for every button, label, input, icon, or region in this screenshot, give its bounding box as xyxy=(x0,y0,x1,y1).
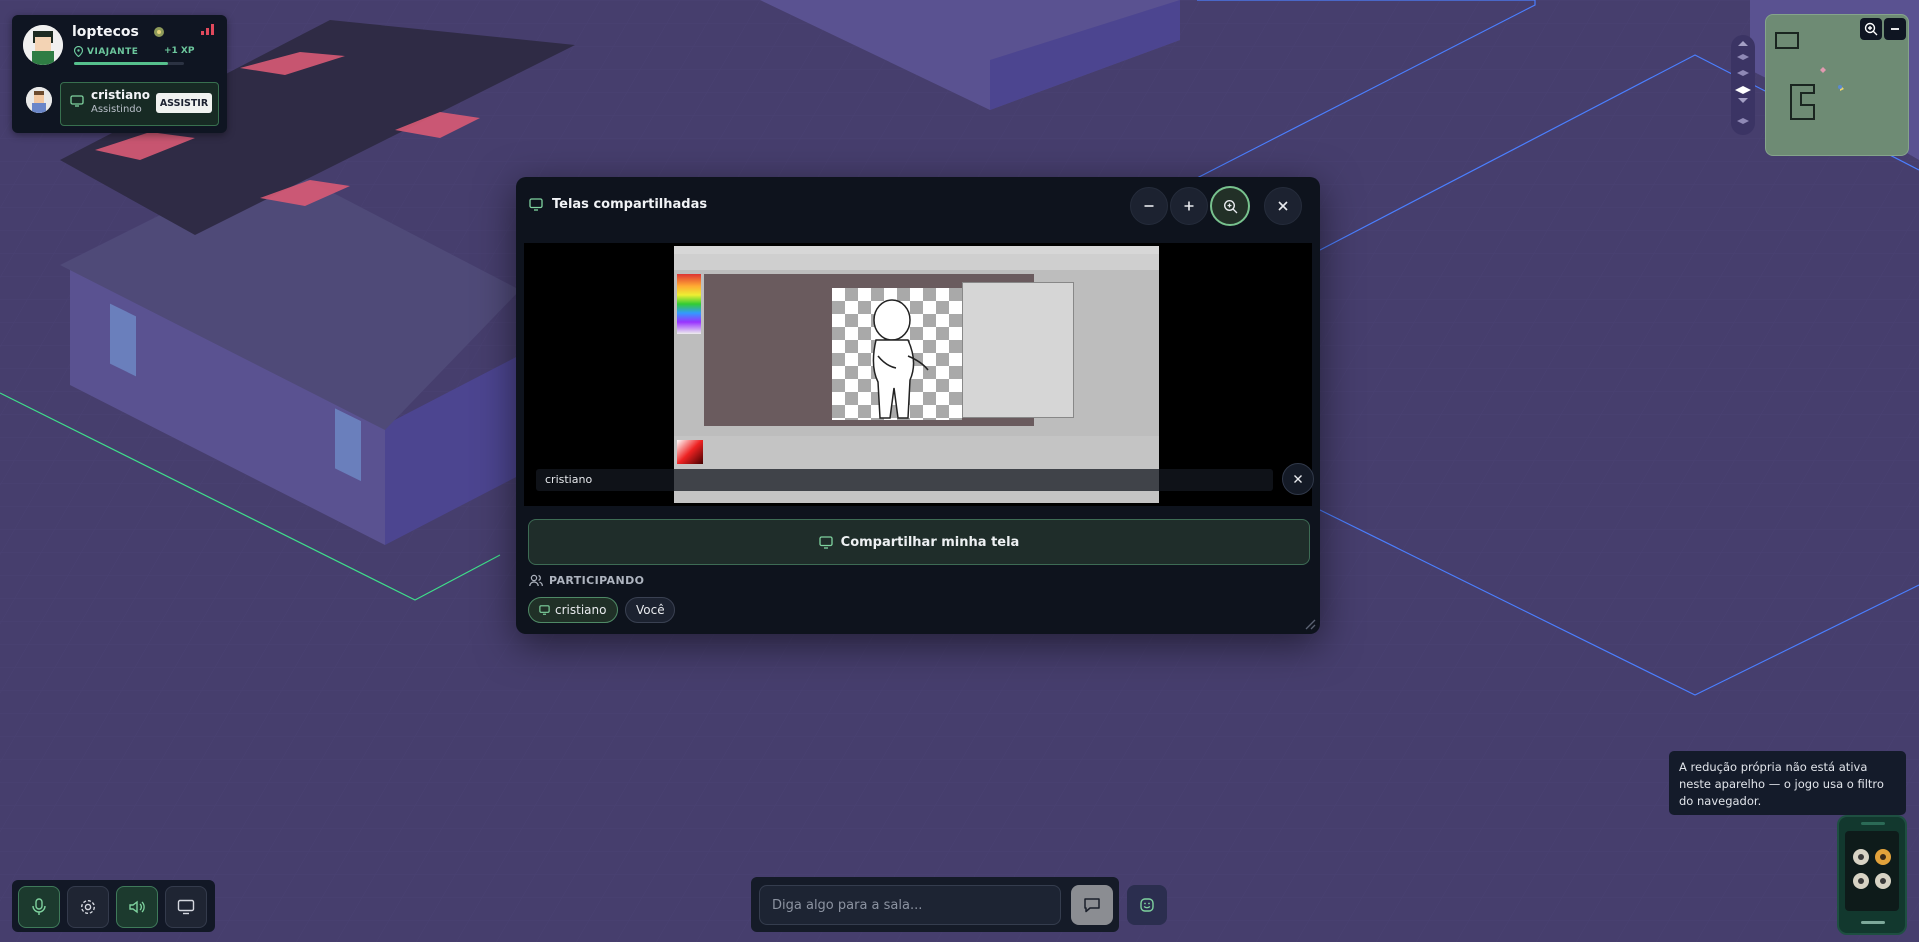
participant-chip-self[interactable]: Você xyxy=(625,597,675,623)
phone-speaker xyxy=(1861,822,1885,825)
xp-progress-fill xyxy=(74,62,168,65)
signal-icon xyxy=(201,24,214,35)
zoom-out-map-button[interactable] xyxy=(1884,18,1906,40)
watcher-card[interactable]: cristiano Assistindo ASSISTIR xyxy=(60,82,219,126)
watcher-avatar[interactable] xyxy=(26,87,52,113)
sound-button[interactable] xyxy=(116,886,158,928)
participant-chip[interactable]: cristiano xyxy=(528,597,618,623)
screen-viewer[interactable]: cristiano xyxy=(524,243,1314,506)
phone-screen xyxy=(1845,831,1899,911)
zoom-in-button[interactable] xyxy=(1170,187,1208,225)
share-my-screen-button[interactable]: Compartilhar minha tela xyxy=(528,519,1310,565)
app-toolbar xyxy=(674,254,1159,270)
stop-watching-button[interactable] xyxy=(1282,463,1314,495)
gear-icon xyxy=(80,899,96,915)
profile-panel: loptecos VIAJANTE +1 XP cristiano Assist… xyxy=(12,15,227,133)
floor-selector[interactable] xyxy=(1731,35,1755,135)
badge-icon xyxy=(154,27,164,37)
xp-label: +1 XP xyxy=(164,46,195,56)
minimap[interactable] xyxy=(1765,14,1909,156)
zoom-in-map-button[interactable] xyxy=(1860,18,1882,40)
microphone-button[interactable] xyxy=(18,886,60,928)
chat-bubble-icon xyxy=(1084,898,1100,913)
floor-layers-icon xyxy=(1735,41,1751,124)
stream-caption: cristiano xyxy=(536,469,1273,491)
color-palette xyxy=(677,274,701,334)
resize-handle-icon[interactable] xyxy=(1302,616,1316,630)
zoom-in-icon xyxy=(1864,22,1878,36)
send-message-button[interactable] xyxy=(1071,885,1113,925)
avatar[interactable] xyxy=(23,25,63,65)
rank-text: VIAJANTE xyxy=(87,46,139,57)
minus-icon xyxy=(1144,205,1154,207)
chat-bar xyxy=(751,877,1119,932)
watcher-name: cristiano xyxy=(91,88,151,102)
close-icon xyxy=(1294,475,1302,483)
window xyxy=(335,408,361,482)
phone-apps-icon xyxy=(1853,849,1891,889)
emoji-icon xyxy=(1140,898,1154,912)
participants-label: PARTICIPANDO xyxy=(549,574,645,587)
users-icon xyxy=(529,574,543,587)
screen-share-button[interactable] xyxy=(165,886,207,928)
chat-input[interactable] xyxy=(759,885,1061,925)
noise-filter-tooltip: A redução própria não está ativa neste a… xyxy=(1669,751,1906,815)
shared-screen-image xyxy=(674,246,1159,503)
zoom-fit-button[interactable] xyxy=(1210,186,1250,226)
microphone-icon xyxy=(32,898,46,915)
zoom-out-button[interactable] xyxy=(1130,187,1168,225)
monitor-icon xyxy=(819,535,833,549)
emoji-button[interactable] xyxy=(1127,885,1167,925)
location-pin-icon xyxy=(74,46,83,57)
username: loptecos xyxy=(72,24,139,40)
settings-button[interactable] xyxy=(67,886,109,928)
phone-widget[interactable] xyxy=(1837,815,1907,935)
monitor-icon xyxy=(177,899,195,915)
participant-name: Você xyxy=(636,603,665,617)
plus-icon xyxy=(1184,201,1194,211)
color-picker xyxy=(677,440,703,464)
xp-progress-bar xyxy=(74,62,184,65)
close-modal-button[interactable] xyxy=(1264,187,1302,225)
share-button-label: Compartilhar minha tela xyxy=(840,534,1020,550)
dialog-panel xyxy=(962,282,1074,418)
watcher-status: Assistindo xyxy=(91,104,142,115)
media-toolbar xyxy=(12,880,215,932)
speaker-icon xyxy=(129,900,145,914)
paint-canvas xyxy=(704,274,1074,426)
minus-icon xyxy=(1891,28,1899,30)
phone-home-bar xyxy=(1861,921,1885,924)
window xyxy=(110,303,136,377)
close-icon xyxy=(1278,201,1288,211)
shared-screens-modal: Telas compartilhadas cristiano Compartil… xyxy=(516,177,1320,634)
modal-title: Telas compartilhadas xyxy=(552,197,708,212)
rank-label: VIAJANTE xyxy=(74,46,138,57)
app-titlebar xyxy=(674,246,1159,254)
monitor-icon xyxy=(529,198,543,211)
character-sprite xyxy=(872,299,929,419)
monitor-icon xyxy=(539,605,550,615)
zoom-icon xyxy=(1223,199,1237,213)
watch-button[interactable]: ASSISTIR xyxy=(156,93,212,113)
stream-owner-name: cristiano xyxy=(545,473,593,486)
monitor-icon xyxy=(70,95,84,107)
participant-name: cristiano xyxy=(555,603,607,617)
